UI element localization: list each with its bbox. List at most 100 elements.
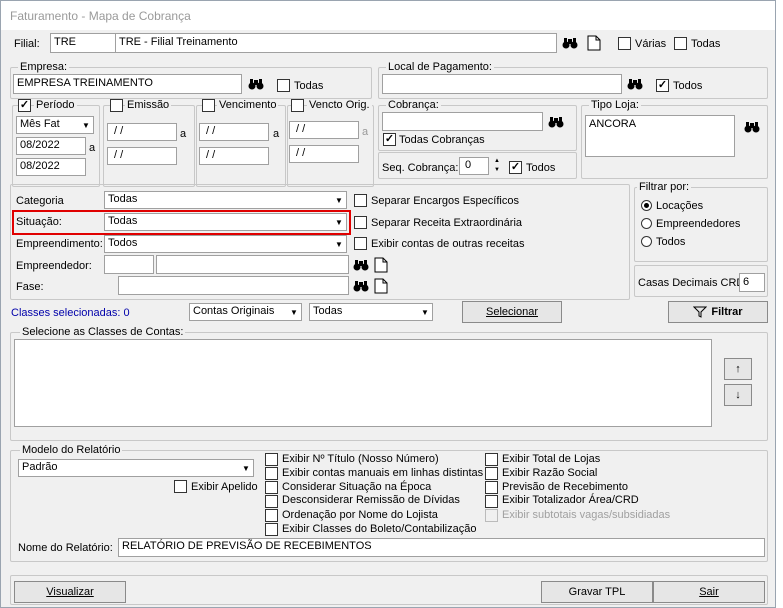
opt-right-2-checkbox[interactable]: [485, 481, 498, 494]
chevron-down-icon: ▼: [290, 307, 298, 317]
vencto-orig-from-input[interactable]: / /: [289, 121, 359, 139]
chevron-down-icon: ▼: [335, 239, 343, 249]
emissao-to-input[interactable]: / /: [107, 147, 177, 165]
tipo-contas-select[interactable]: Contas Originais ▼: [189, 303, 302, 321]
chevron-down-icon: ▼: [335, 195, 343, 205]
chevron-down-icon: ▼: [242, 463, 250, 473]
filial-name-input[interactable]: TRE - Filial Treinamento: [115, 33, 557, 53]
opt-left-3-checkbox[interactable]: [265, 495, 278, 508]
chevron-down-icon: ▼: [421, 307, 429, 317]
sep-encargos-checkbox[interactable]: [354, 194, 367, 207]
vencimento-from-input[interactable]: / /: [199, 123, 269, 141]
main-window: Faturamento - Mapa de Cobrança Filial: T…: [0, 0, 776, 608]
fase-search-icon[interactable]: [352, 277, 370, 295]
situacao-value: Todas: [108, 215, 138, 227]
tipo-contas2-value: Todas: [313, 305, 343, 317]
modelo-legend: Modelo do Relatório: [20, 444, 123, 456]
opt-left-5-checkbox[interactable]: [265, 523, 278, 536]
seq-cobranca-label: Seq. Cobrança:: [382, 162, 459, 174]
title-bar: Faturamento - Mapa de Cobrança: [1, 1, 775, 30]
cobranca-search-icon[interactable]: [547, 113, 565, 131]
seq-spinner[interactable]: ▲ ▼: [491, 157, 503, 175]
empreendimento-select[interactable]: Todos ▼: [104, 235, 347, 253]
opt-right-1-checkbox[interactable]: [485, 467, 498, 480]
selecionar-button[interactable]: Selecionar: [462, 301, 562, 323]
radio-locacoes[interactable]: [641, 200, 652, 211]
opt-left-3-label: Desconsiderar Remissão de Dívidas: [282, 494, 460, 506]
opt-left-2-checkbox[interactable]: [265, 481, 278, 494]
empreendedor-name-input[interactable]: [156, 255, 349, 274]
emissao-checkbox[interactable]: [110, 99, 123, 112]
vencto-orig-checkbox[interactable]: [291, 99, 304, 112]
opt-right-3-label: Exibir Totalizador Área/CRD: [502, 494, 639, 506]
fase-new-icon[interactable]: [372, 277, 390, 295]
empresa-todas-label: Todas: [294, 80, 324, 92]
opt-left-1-label: Exibir contas manuais em linhas distinta…: [282, 467, 484, 479]
vencimento-checkbox[interactable]: [202, 99, 215, 112]
vencimento-to-input[interactable]: / /: [199, 147, 269, 165]
periodo-from-input[interactable]: 08/2022: [16, 137, 86, 155]
empreendedor-search-icon[interactable]: [352, 256, 370, 274]
categoria-select[interactable]: Todas ▼: [104, 191, 347, 209]
radio-locacoes-label: Locações: [656, 200, 704, 212]
seq-todos-checkbox[interactable]: ✓: [509, 161, 522, 174]
varias-checkbox[interactable]: [618, 37, 631, 50]
arrow-up-icon: ↑: [735, 363, 741, 375]
periodo-mode-select[interactable]: Mês Fat ▼: [16, 116, 94, 134]
sep-receita-checkbox[interactable]: [354, 216, 367, 229]
visualizar-label: Visualizar: [46, 586, 94, 598]
filial-code-input[interactable]: TRE: [50, 33, 116, 53]
exibir-apelido-checkbox[interactable]: [174, 480, 187, 493]
opt-right-4-checkbox[interactable]: [485, 509, 498, 522]
opt-left-1-checkbox[interactable]: [265, 467, 278, 480]
visualizar-button[interactable]: Visualizar: [14, 581, 126, 603]
classes-list[interactable]: [14, 339, 712, 427]
situacao-select[interactable]: Todas ▼: [104, 213, 347, 231]
tipo-contas2-select[interactable]: Todas ▼: [309, 303, 433, 321]
todas-cobrancas-checkbox[interactable]: ✓: [383, 133, 396, 146]
sep-encargos-label: Separar Encargos Específicos: [371, 195, 519, 207]
new-document-icon[interactable]: [585, 34, 603, 52]
move-up-button[interactable]: ↑: [724, 358, 752, 380]
periodo-to-input[interactable]: 08/2022: [16, 158, 86, 176]
vencimento-legend: Vencimento: [217, 99, 279, 111]
vencimento-sep: a: [273, 128, 280, 140]
empreendedor-new-icon[interactable]: [372, 256, 390, 274]
filial-todas-checkbox[interactable]: [674, 37, 687, 50]
radio-todos[interactable]: [641, 236, 652, 247]
filtrar-button[interactable]: Filtrar: [668, 301, 768, 323]
opt-left-0-checkbox[interactable]: [265, 453, 278, 466]
vencto-orig-to-input[interactable]: / /: [289, 145, 359, 163]
opt-left-4-checkbox[interactable]: [265, 509, 278, 522]
selecionar-label: Selecionar: [486, 306, 538, 318]
exibir-contas-checkbox[interactable]: [354, 237, 367, 250]
empresa-todas-checkbox[interactable]: [277, 79, 290, 92]
emissao-from-input[interactable]: / /: [107, 123, 177, 141]
sair-button[interactable]: Sair: [653, 581, 765, 603]
local-search-icon[interactable]: [626, 75, 644, 93]
seq-cobranca-input[interactable]: 0: [459, 157, 489, 175]
opt-left-4-label: Ordenação por Nome do Lojista: [282, 509, 438, 521]
opt-right-3-checkbox[interactable]: [485, 495, 498, 508]
binoculars-icon[interactable]: [561, 34, 579, 52]
casas-input[interactable]: 6: [739, 273, 765, 292]
periodo-checkbox[interactable]: ✓: [18, 99, 31, 112]
cobranca-input[interactable]: [382, 112, 543, 131]
local-todos-checkbox[interactable]: ✓: [656, 79, 669, 92]
empresa-input[interactable]: EMPRESA TREINAMENTO: [13, 74, 242, 94]
empresa-search-icon[interactable]: [247, 75, 265, 93]
empreendedor-code-input[interactable]: [104, 255, 154, 274]
move-down-button[interactable]: ↓: [724, 384, 752, 406]
tipo-loja-input[interactable]: ANCORA: [585, 115, 735, 157]
gravar-tpl-button[interactable]: Gravar TPL: [541, 581, 653, 603]
nome-relatorio-input[interactable]: RELATÓRIO DE PREVISÃO DE RECEBIMENTOS: [118, 538, 765, 557]
fase-input[interactable]: [118, 276, 349, 295]
local-pagamento-input[interactable]: [382, 74, 622, 94]
vencto-orig-sep: a: [362, 126, 369, 138]
radio-empreendedores[interactable]: [641, 218, 652, 229]
filtrar-por-legend: Filtrar por:: [637, 181, 692, 193]
opt-right-0-checkbox[interactable]: [485, 453, 498, 466]
tipo-loja-search-icon[interactable]: [743, 118, 761, 136]
modelo-select[interactable]: Padrão ▼: [18, 459, 254, 477]
tipo-contas-value: Contas Originais: [193, 305, 275, 317]
